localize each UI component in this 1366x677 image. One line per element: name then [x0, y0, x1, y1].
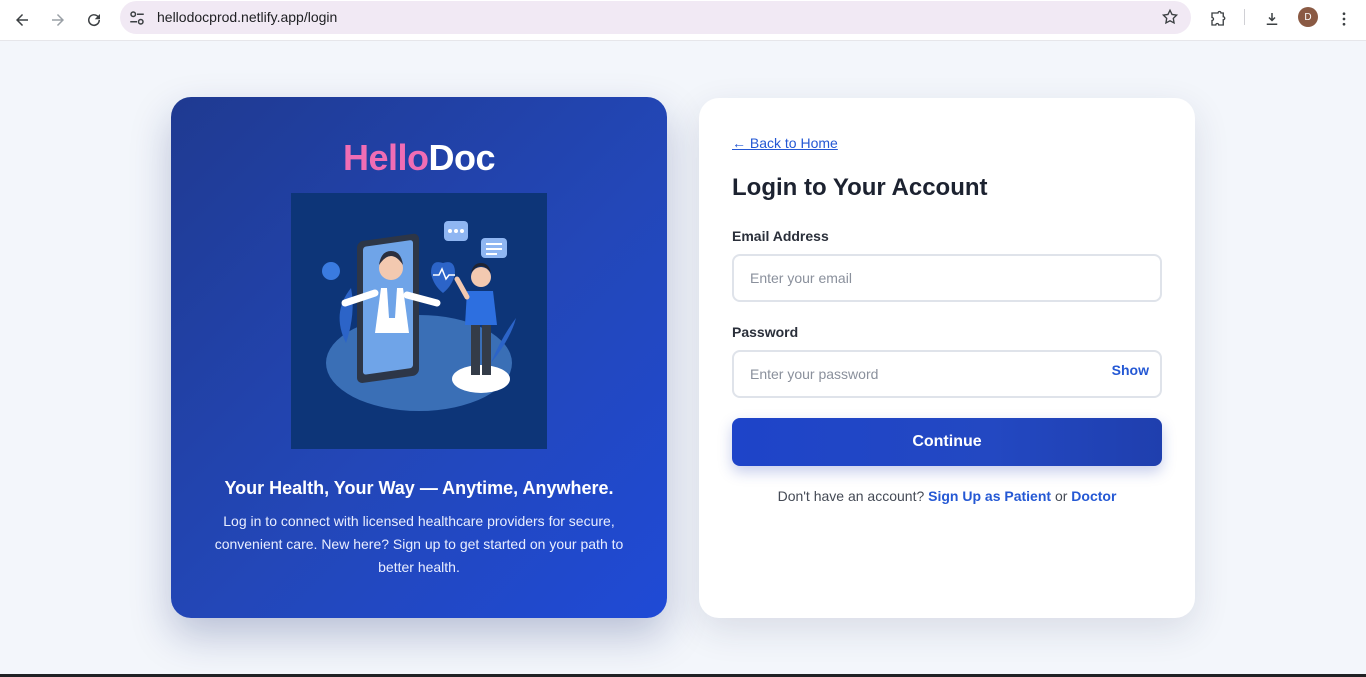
download-icon	[1266, 13, 1278, 25]
extensions-button[interactable]	[1205, 6, 1231, 32]
downloads-button[interactable]	[1259, 6, 1285, 32]
brand-logo-part1: Hello	[342, 137, 429, 178]
arrow-right-icon	[52, 14, 64, 26]
puzzle-icon	[1211, 10, 1226, 26]
browser-menu-button[interactable]	[1331, 6, 1357, 32]
hero-panel: HelloDoc Your Health, Your Way — Anytime…	[171, 97, 667, 618]
address-bar[interactable]: hellodocprod.netlify.app/login	[120, 1, 1191, 34]
email-label: Email Address	[732, 228, 829, 244]
signup-or-text: or	[1054, 488, 1068, 504]
brand-logo-part2: Doc	[428, 137, 496, 178]
url-text[interactable]: hellodocprod.netlify.app/login	[157, 9, 337, 25]
login-card: ← Back to Home Login to Your Account Ema…	[699, 98, 1195, 618]
password-label: Password	[732, 324, 799, 340]
signup-patient-link[interactable]: Sign Up as Patient	[928, 488, 1051, 504]
show-password-toggle[interactable]: Show	[1112, 362, 1149, 378]
profile-avatar[interactable]: D	[1298, 7, 1318, 27]
email-field[interactable]	[734, 256, 1160, 300]
forward-button[interactable]	[43, 5, 73, 35]
email-field-wrapper	[732, 254, 1162, 302]
page-title: Login to Your Account	[732, 174, 988, 201]
hero-headline: Your Health, Your Way — Anytime, Anywher…	[224, 478, 614, 498]
signup-prefix-text: Don't have an account?	[777, 488, 925, 504]
bookmark-star-icon[interactable]	[1161, 8, 1179, 26]
browser-toolbar: hellodocprod.netlify.app/login D	[0, 0, 1366, 41]
password-field[interactable]	[734, 352, 1160, 396]
telemedicine-illustration	[291, 193, 547, 449]
signup-doctor-link[interactable]: Doctor	[1071, 488, 1116, 504]
back-to-home-link[interactable]: ← Back to Home	[732, 135, 838, 151]
back-button[interactable]	[7, 5, 37, 35]
hero-description: Log in to connect with licensed healthca…	[214, 513, 624, 575]
brand-logo: HelloDoc	[171, 137, 667, 179]
reload-icon	[88, 14, 101, 27]
kebab-menu-icon	[1342, 12, 1346, 26]
site-settings-icon[interactable]	[128, 9, 146, 27]
toolbar-divider	[1244, 9, 1245, 25]
arrow-left-icon	[16, 14, 28, 26]
password-field-wrapper: Show	[732, 350, 1162, 398]
reload-button[interactable]	[79, 5, 109, 35]
signup-prompt: Don't have an account? Sign Up as Patien…	[699, 488, 1195, 504]
continue-button[interactable]: Continue	[732, 418, 1162, 466]
